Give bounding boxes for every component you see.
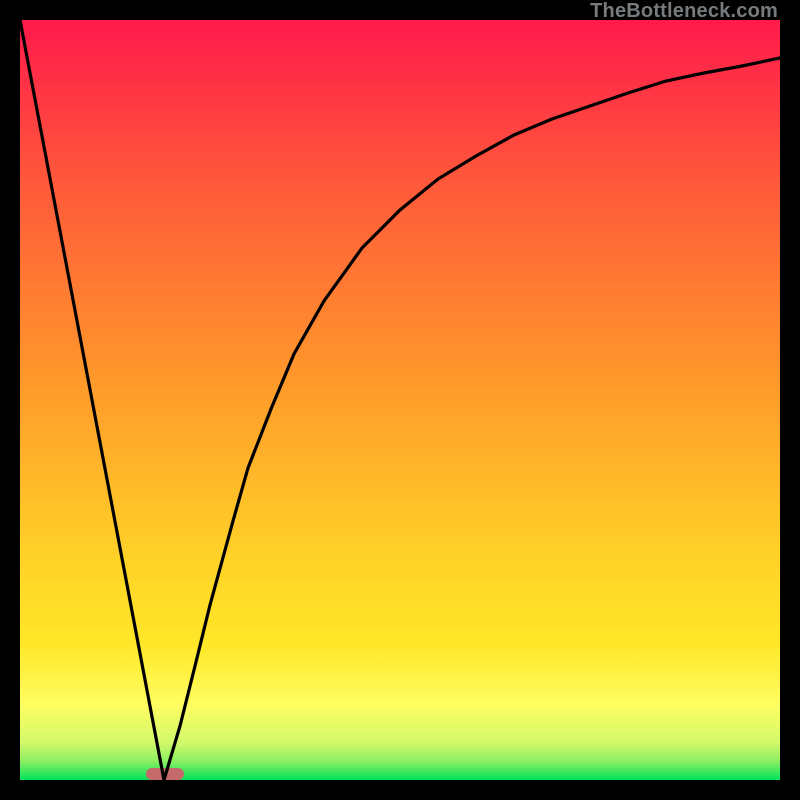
chart-frame: TheBottleneck.com xyxy=(0,0,800,800)
gradient-background xyxy=(20,20,780,780)
chart-svg xyxy=(20,20,780,780)
plot-area xyxy=(20,20,780,780)
watermark-text: TheBottleneck.com xyxy=(590,0,778,23)
